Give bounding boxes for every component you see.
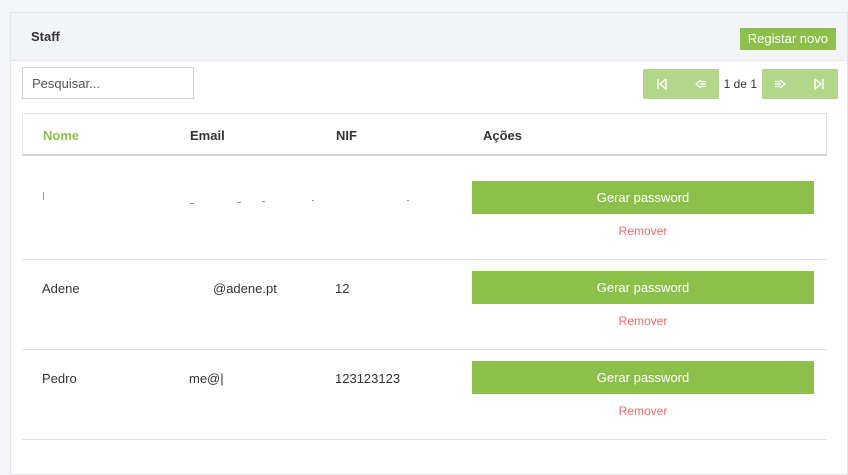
table-row: Gerar password Remover bbox=[22, 170, 827, 260]
row-email: me@| bbox=[189, 371, 224, 386]
remove-link[interactable]: Remover bbox=[472, 224, 814, 238]
generate-password-button[interactable]: Gerar password bbox=[472, 361, 814, 394]
table-header: Nome Email NIF Ações bbox=[22, 113, 827, 156]
panel-title: Staff bbox=[31, 29, 60, 44]
panel-header: Staff Registar novo bbox=[11, 13, 847, 61]
generate-password-button[interactable]: Gerar password bbox=[472, 181, 814, 214]
last-page-button[interactable] bbox=[800, 69, 838, 99]
first-page-icon bbox=[656, 78, 667, 90]
row-nif: 12 bbox=[335, 281, 350, 296]
register-new-button[interactable]: Registar novo bbox=[739, 28, 836, 50]
column-header-acoes: Ações bbox=[483, 128, 523, 143]
row-nif: 123123123 bbox=[335, 371, 401, 386]
column-header-email[interactable]: Email bbox=[190, 128, 225, 143]
next-page-button[interactable] bbox=[762, 69, 800, 99]
prev-page-icon bbox=[694, 79, 706, 89]
page-info: 1 de 1 bbox=[718, 69, 762, 99]
first-page-button[interactable] bbox=[642, 69, 681, 99]
prev-page-button[interactable] bbox=[680, 69, 719, 99]
search-input[interactable] bbox=[22, 67, 194, 99]
pagination: 1 de 1 bbox=[642, 69, 838, 99]
table-row: Pedro me@| 123123123 Gerar password Remo… bbox=[22, 350, 827, 440]
column-header-nif[interactable]: NIF bbox=[336, 128, 357, 143]
table-row: Adene @adene.pt 12 Gerar password Remove… bbox=[22, 260, 827, 350]
last-page-icon bbox=[814, 78, 824, 90]
row-email: @adene.pt bbox=[213, 281, 277, 296]
generate-password-button[interactable]: Gerar password bbox=[472, 271, 814, 304]
row-name: Pedro bbox=[42, 371, 77, 386]
column-header-nome[interactable]: Nome bbox=[43, 128, 79, 143]
remove-link[interactable]: Remover bbox=[472, 404, 814, 418]
next-page-icon bbox=[775, 79, 786, 89]
row-name: Adene bbox=[42, 281, 80, 296]
remove-link[interactable]: Remover bbox=[472, 314, 814, 328]
